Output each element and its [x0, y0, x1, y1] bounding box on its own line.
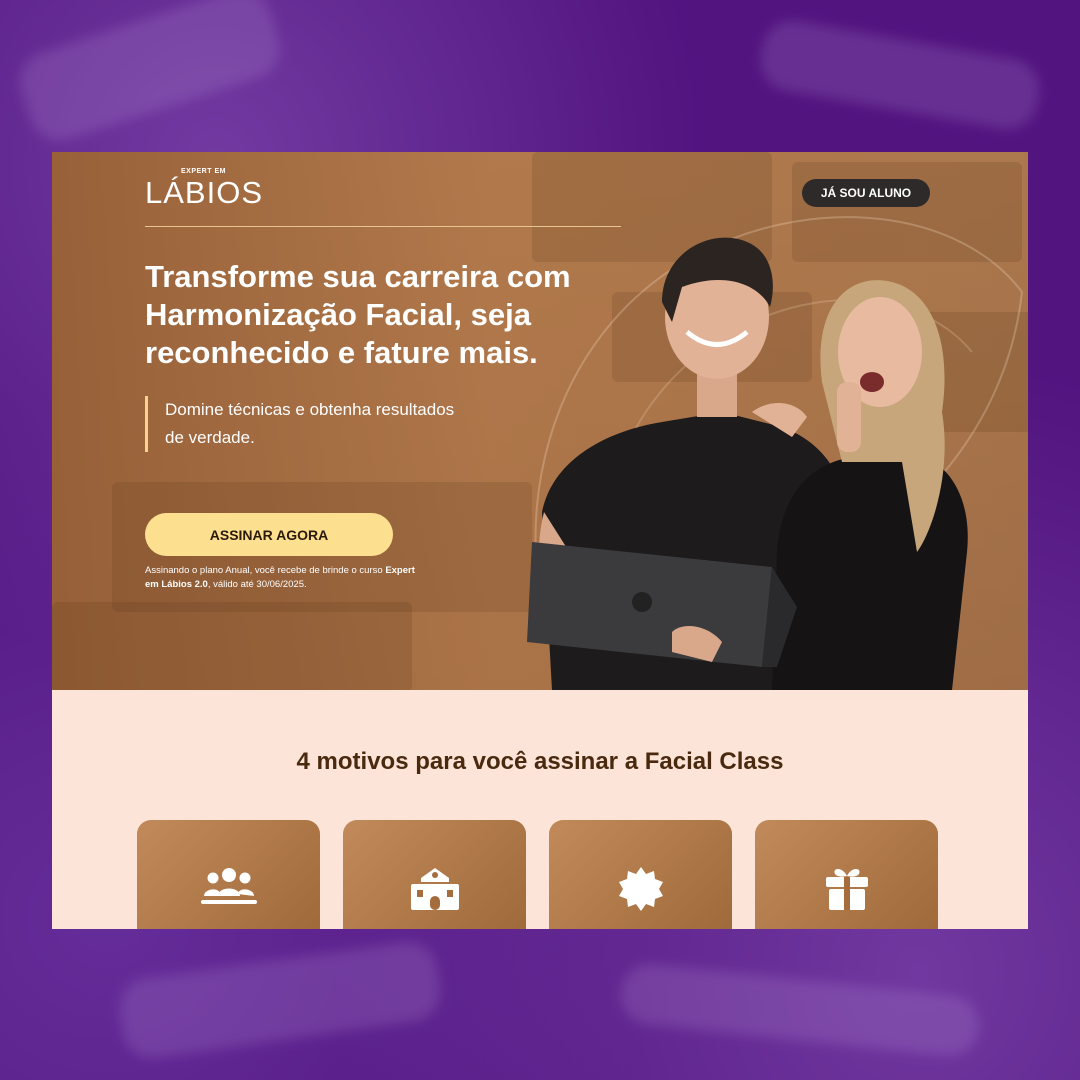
background-tile [52, 602, 412, 690]
school-icon [410, 868, 459, 910]
reason-card-3 [549, 820, 732, 929]
bonus-note-suffix: , válido até 30/06/2025. [207, 579, 307, 590]
hero-subheadline-block: Domine técnicas e obtenha resultados de … [145, 396, 455, 452]
reason-card-1 [137, 820, 320, 929]
background-blur-shape [12, 0, 288, 148]
background-blur-shape [756, 16, 1044, 134]
logo-tagline: EXPERT EM [181, 168, 226, 175]
reason-card-2 [343, 820, 526, 929]
reasons-title: 4 motivos para você assinar a Facial Cla… [296, 748, 784, 775]
hero-section: EXPERT EM LÁBIOS JÁ SOU ALUNO Transforme… [52, 152, 1028, 690]
hero-subheadline: Domine técnicas e obtenha resultados de … [165, 400, 455, 447]
gift-icon [825, 869, 868, 910]
community-icon [200, 868, 257, 904]
landing-page-frame: EXPERT EM LÁBIOS JÁ SOU ALUNO Transforme… [52, 152, 1028, 929]
bonus-note: Assinando o plano Anual, você recebe de … [145, 564, 415, 592]
badge-icon [618, 867, 663, 911]
subscribe-button[interactable]: ASSINAR AGORA [145, 513, 393, 556]
background-blur-shape [115, 938, 445, 1062]
login-button[interactable]: JÁ SOU ALUNO [802, 179, 930, 207]
background-blur-shape [617, 961, 983, 1059]
bonus-note-prefix: Assinando o plano Anual, você recebe de … [145, 565, 386, 576]
hero-people-photo [527, 237, 968, 690]
logo-wordmark: LÁBIOS [145, 175, 263, 210]
reason-card-4 [755, 820, 938, 929]
